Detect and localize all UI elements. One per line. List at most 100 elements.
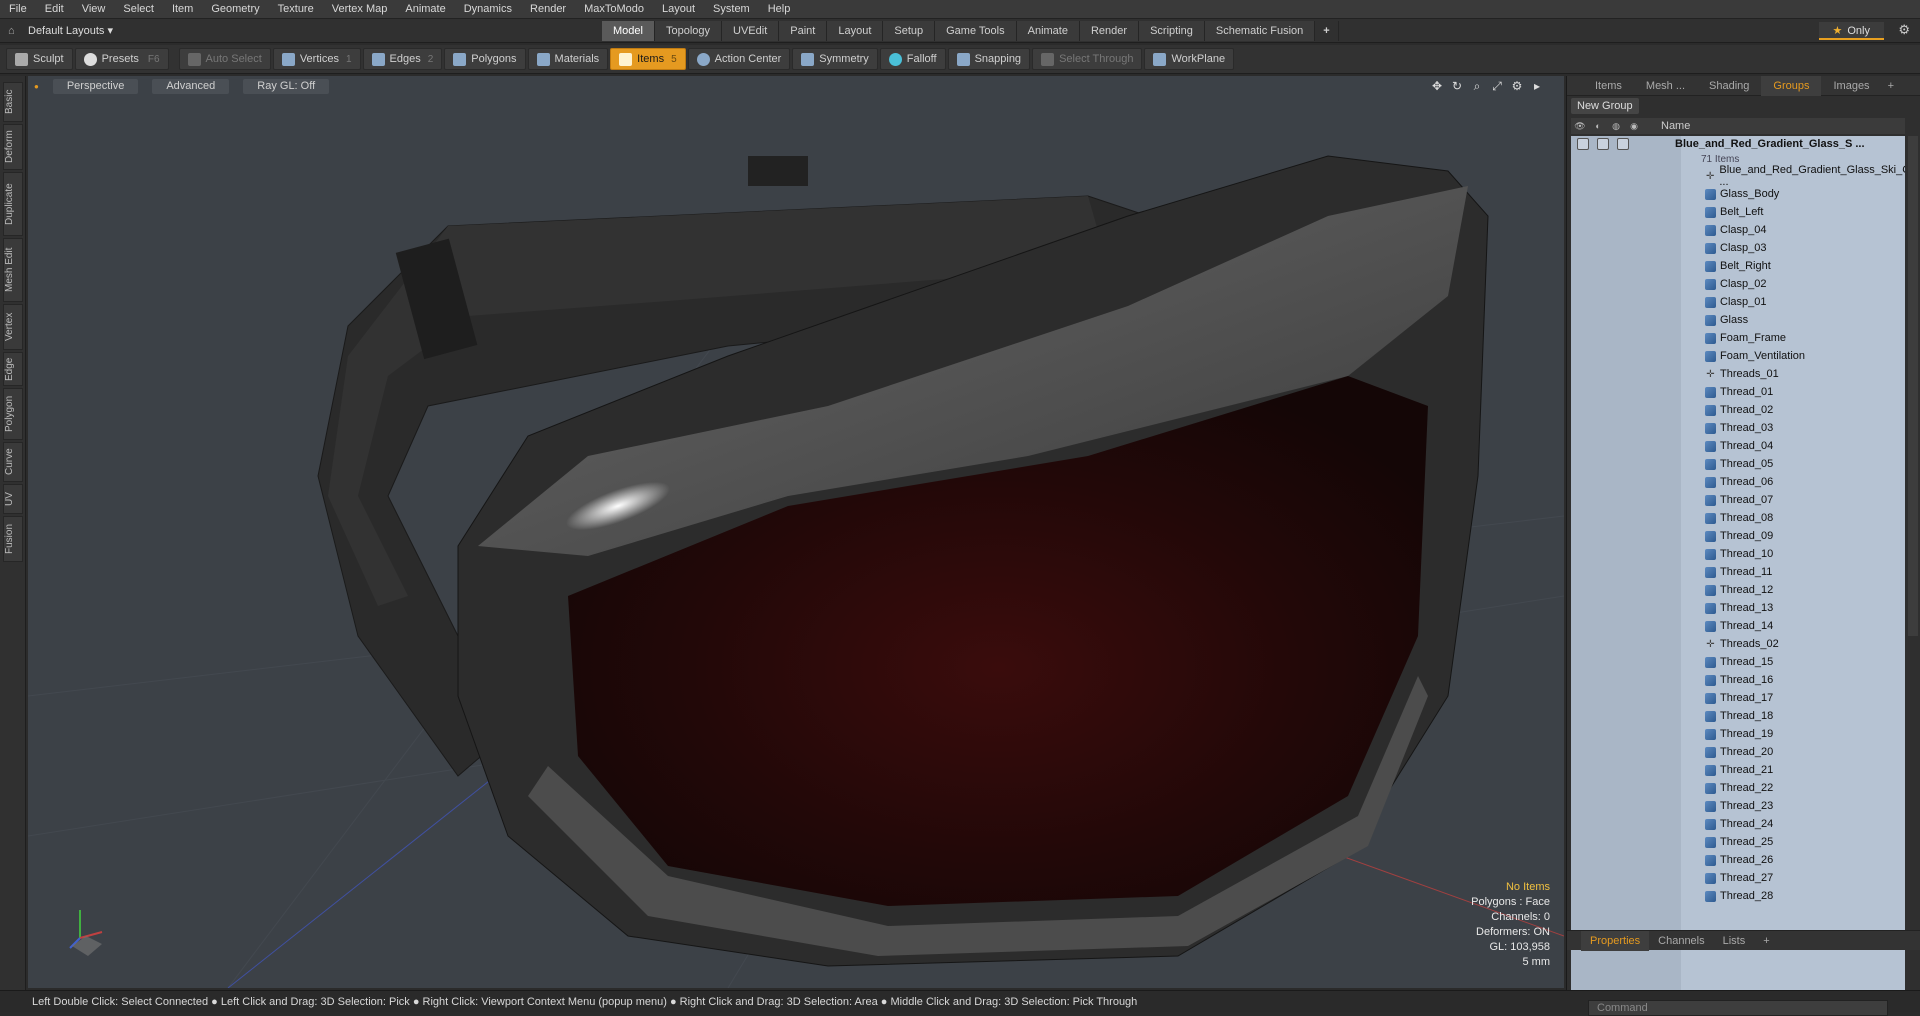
menu-item-help[interactable]: Help	[759, 0, 800, 19]
add-tab-icon[interactable]: +	[1315, 20, 1339, 41]
list-item[interactable]: Thread_04	[1571, 437, 1905, 455]
list-item[interactable]: Foam_Ventilation	[1571, 347, 1905, 365]
list-item[interactable]: Thread_02	[1571, 401, 1905, 419]
list-item[interactable]: Clasp_02	[1571, 275, 1905, 293]
settings-icon[interactable]: ⚙	[1510, 79, 1524, 94]
list-item[interactable]: Thread_13	[1571, 599, 1905, 617]
viewport-dot-icon[interactable]: ●	[34, 82, 39, 91]
list-item[interactable]: Glass	[1571, 311, 1905, 329]
workplane-button[interactable]: WorkPlane	[1144, 48, 1235, 70]
menu-item-animate[interactable]: Animate	[396, 0, 454, 19]
tab-paint[interactable]: Paint	[779, 20, 828, 41]
edges-button[interactable]: Edges 2	[362, 48, 443, 70]
list-item[interactable]: ✛ Threads_01	[1571, 365, 1905, 383]
left-tab-mesh-edit[interactable]: Mesh Edit	[3, 238, 23, 302]
tab-game-tools[interactable]: Game Tools	[935, 20, 1017, 41]
play-icon[interactable]: ▸	[1530, 79, 1544, 94]
list-item[interactable]: Belt_Left	[1571, 203, 1905, 221]
home-icon[interactable]: ⌂	[8, 25, 22, 37]
maximize-icon[interactable]: ⤢	[1490, 79, 1504, 94]
gear-icon[interactable]: ⚙	[1898, 22, 1910, 38]
list-item[interactable]: Thread_03	[1571, 419, 1905, 437]
menu-item-file[interactable]: File	[0, 0, 36, 19]
right-tab-shading[interactable]: Shading	[1697, 76, 1761, 96]
left-tab-curve[interactable]: Curve	[3, 442, 23, 482]
action-center-button[interactable]: Action Center	[687, 48, 791, 70]
command-input[interactable]: Command	[1588, 1000, 1888, 1016]
left-tab-vertex[interactable]: Vertex	[3, 304, 23, 350]
list-item[interactable]: ✛ Blue_and_Red_Gradient_Glass_Ski_G ...	[1571, 164, 1905, 188]
list-item[interactable]: Foam_Frame	[1571, 329, 1905, 347]
sculpt-button[interactable]: Sculpt	[6, 48, 73, 70]
list-item[interactable]: Thread_15	[1571, 653, 1905, 671]
list-item[interactable]: Thread_19	[1571, 725, 1905, 743]
tab-uvedit[interactable]: UVEdit	[722, 20, 780, 41]
polygons-button[interactable]: Polygons	[444, 48, 526, 70]
menu-item-texture[interactable]: Texture	[269, 0, 323, 19]
list-item[interactable]: ✛ Threads_02	[1571, 635, 1905, 653]
menu-item-layout[interactable]: Layout	[653, 0, 704, 19]
render-icon[interactable]: ◐	[1589, 121, 1607, 131]
list-item[interactable]: Thread_09	[1571, 527, 1905, 545]
right-tab-mesh-[interactable]: Mesh ...	[1634, 76, 1697, 96]
tab-scripting[interactable]: Scripting	[1139, 20, 1205, 41]
new-group-button[interactable]: New Group	[1571, 98, 1639, 114]
perspective-button[interactable]: Perspective	[52, 78, 139, 94]
menu-item-edit[interactable]: Edit	[36, 0, 73, 19]
bottom-tab-properties[interactable]: Properties	[1581, 930, 1650, 951]
list-item[interactable]: Thread_06	[1571, 473, 1905, 491]
lock-icon[interactable]: ◍	[1607, 121, 1625, 132]
list-item[interactable]: Thread_24	[1571, 815, 1905, 833]
3d-viewport[interactable]: ● Perspective Advanced Ray GL: Off ✥ ↻ ⌕…	[28, 76, 1564, 988]
items-button[interactable]: Items 5	[610, 48, 686, 70]
left-tab-duplicate[interactable]: Duplicate	[3, 172, 23, 236]
layouts-dropdown[interactable]: ⌂ Default Layouts ▾	[0, 24, 320, 38]
only-button[interactable]: ★ Only	[1818, 22, 1884, 40]
symmetry-button[interactable]: Symmetry	[792, 48, 878, 70]
toggle-icon[interactable]	[1577, 138, 1589, 150]
list-item[interactable]: Thread_25	[1571, 833, 1905, 851]
tab-layout[interactable]: Layout	[827, 20, 884, 41]
left-tab-deform[interactable]: Deform	[3, 124, 23, 170]
auto-select-button[interactable]: Auto Select	[178, 48, 271, 70]
layouts-label[interactable]: Default Layouts ▾	[28, 24, 113, 37]
menu-item-view[interactable]: View	[73, 0, 115, 19]
left-tab-polygon[interactable]: Polygon	[3, 388, 23, 440]
tab-render[interactable]: Render	[1079, 20, 1140, 41]
list-item[interactable]: Thread_14	[1571, 617, 1905, 635]
select-through-button[interactable]: Select Through	[1032, 48, 1143, 70]
list-scrollbar[interactable]	[1908, 136, 1918, 636]
toggle-icon[interactable]	[1597, 138, 1609, 150]
list-item[interactable]: Thread_08	[1571, 509, 1905, 527]
list-item[interactable]: Thread_17	[1571, 689, 1905, 707]
list-item[interactable]: Thread_26	[1571, 851, 1905, 869]
list-item[interactable]: Thread_05	[1571, 455, 1905, 473]
materials-button[interactable]: Materials	[527, 48, 609, 70]
list-item[interactable]: Thread_12	[1571, 581, 1905, 599]
list-item[interactable]: Thread_28	[1571, 887, 1905, 905]
rotate-icon[interactable]: ↻	[1450, 79, 1464, 94]
tab-model[interactable]: Model	[602, 20, 655, 41]
list-item[interactable]: Thread_11	[1571, 563, 1905, 581]
left-tab-uv[interactable]: UV	[3, 484, 23, 514]
list-item[interactable]: Thread_21	[1571, 761, 1905, 779]
menu-item-system[interactable]: System	[704, 0, 759, 19]
menu-item-render[interactable]: Render	[521, 0, 575, 19]
tab-topology[interactable]: Topology	[654, 20, 723, 41]
list-item[interactable]: Thread_10	[1571, 545, 1905, 563]
menu-item-dynamics[interactable]: Dynamics	[455, 0, 521, 19]
zoom-icon[interactable]: ⌕	[1470, 79, 1484, 94]
group-row[interactable]: Blue_and_Red_Gradient_Glass_S ...	[1571, 136, 1905, 152]
presets-button[interactable]: Presets F6	[74, 48, 169, 70]
left-tab-fusion[interactable]: Fusion	[3, 516, 23, 562]
tab-setup[interactable]: Setup	[883, 20, 936, 41]
list-item[interactable]: Thread_20	[1571, 743, 1905, 761]
list-item[interactable]: Clasp_01	[1571, 293, 1905, 311]
toggle-icon[interactable]	[1617, 138, 1629, 150]
menu-item-select[interactable]: Select	[114, 0, 163, 19]
bottom-tab-channels[interactable]: Channels	[1649, 931, 1713, 951]
list-item[interactable]: Belt_Right	[1571, 257, 1905, 275]
add-tab-icon[interactable]: +	[1754, 931, 1778, 951]
list-item[interactable]: Thread_07	[1571, 491, 1905, 509]
vertices-button[interactable]: Vertices 1	[272, 48, 361, 70]
